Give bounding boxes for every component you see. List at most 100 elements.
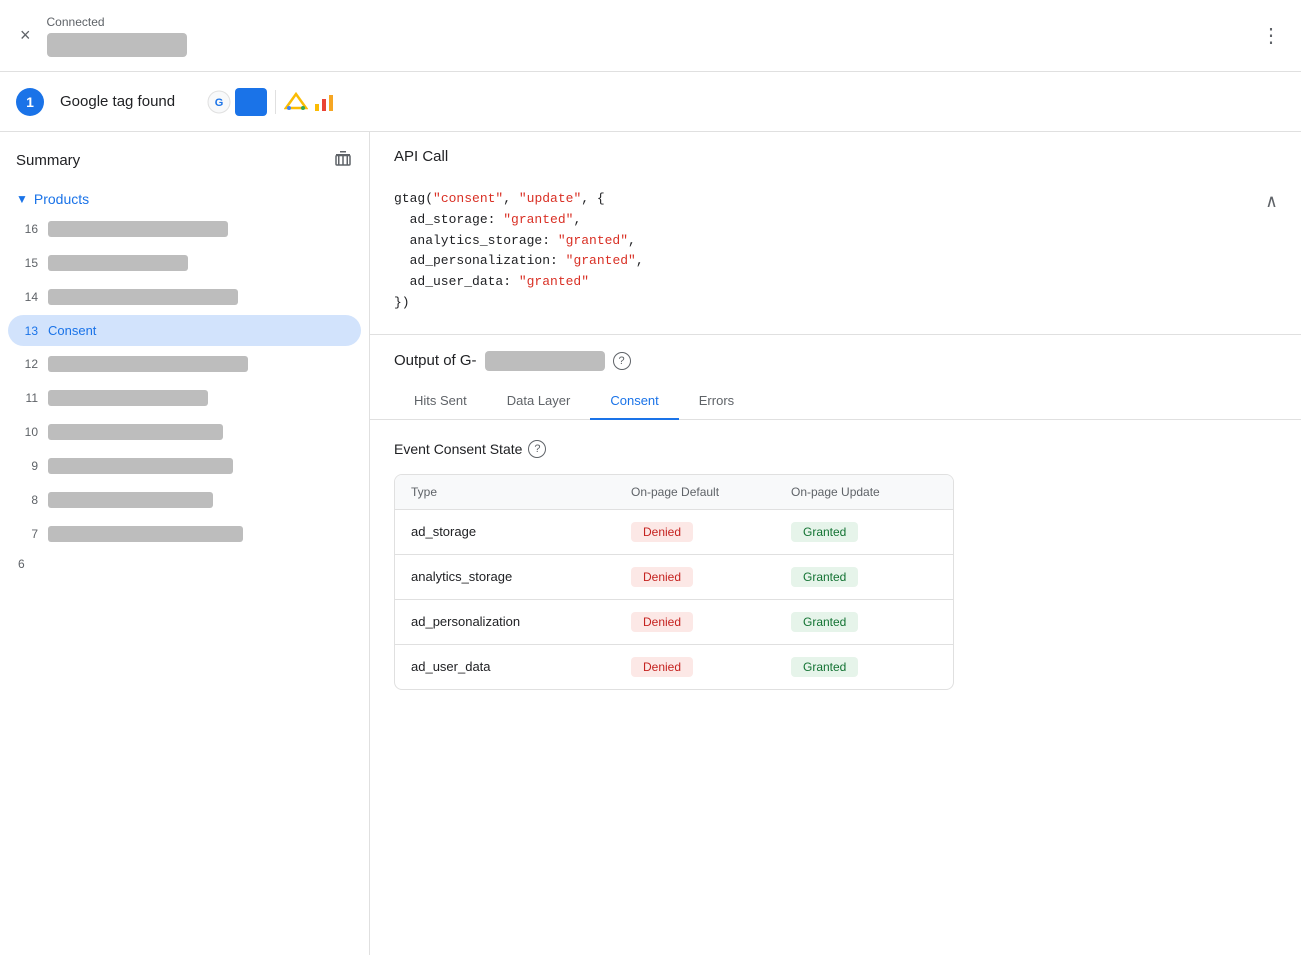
item-num-7: 7	[18, 527, 38, 541]
svg-text:G: G	[215, 97, 224, 109]
item-label-13: Consent	[48, 323, 96, 338]
tag-bar: 1 Google tag found G	[0, 72, 1301, 132]
col-type: Type	[395, 475, 615, 509]
item-bar-11	[48, 390, 208, 406]
gtag-icon: G	[207, 90, 231, 114]
output-help-icon[interactable]: ?	[613, 352, 631, 370]
api-call-title: API Call	[370, 132, 1301, 177]
tag-title: Google tag found	[60, 93, 175, 110]
badge-granted-analytics-storage: Granted	[791, 567, 858, 587]
cell-default-ad-personalization: Denied	[615, 600, 775, 644]
col-update: On-page Update	[775, 475, 935, 509]
tab-data-layer[interactable]: Data Layer	[487, 383, 591, 420]
table-row-ad-user-data: ad_user_data Denied Granted	[395, 645, 953, 689]
cell-update-ad-storage: Granted	[775, 510, 935, 554]
consent-content: Event Consent State ? Type On-page Defau…	[370, 420, 1301, 710]
sidebar-item-14[interactable]: 14	[8, 281, 361, 313]
badge-granted-ad-personalization: Granted	[791, 612, 858, 632]
cell-type-analytics-storage: analytics_storage	[395, 555, 615, 599]
cell-type-ad-personalization: ad_personalization	[395, 600, 615, 644]
code-line-2: ad_storage: "granted",	[394, 210, 1277, 231]
item-num-8: 8	[18, 493, 38, 507]
summary-label: Summary	[16, 152, 80, 169]
table-row-ad-personalization: ad_personalization Denied Granted	[395, 600, 953, 645]
tag-icons: G	[207, 88, 336, 116]
cell-update-ad-user-data: Granted	[775, 645, 935, 689]
divider	[275, 90, 276, 114]
tab-errors[interactable]: Errors	[679, 383, 754, 420]
output-title: Output of G-	[394, 352, 477, 369]
table-row-analytics-storage: analytics_storage Denied Granted	[395, 555, 953, 600]
output-header: Output of G- ?	[370, 335, 1301, 371]
sidebar-item-13[interactable]: 13 Consent	[8, 315, 361, 346]
redacted-id-bar	[485, 351, 605, 371]
code-block: ∧ gtag("consent", "update", { ad_storage…	[370, 177, 1301, 334]
collapse-icon[interactable]: ∧	[1266, 189, 1277, 218]
sidebar-item-15[interactable]: 15	[8, 247, 361, 279]
item-num-12: 12	[18, 357, 38, 371]
item-bar-16	[48, 221, 228, 237]
sidebar-item-11[interactable]: 11	[8, 382, 361, 414]
item-num-10: 10	[18, 425, 38, 439]
badge-granted-ad-storage: Granted	[791, 522, 858, 542]
item-num-13: 13	[18, 324, 38, 338]
item-bar-10	[48, 424, 223, 440]
code-line-4: ad_personalization: "granted",	[394, 251, 1277, 272]
products-header[interactable]: ▼ Products	[0, 185, 369, 213]
main-layout: Summary ▼ Products 16	[0, 132, 1301, 955]
tag-badge: 1	[16, 88, 44, 116]
more-button[interactable]: ⋮	[1257, 19, 1285, 52]
item-bar-7	[48, 526, 243, 542]
sidebar-item-16[interactable]: 16	[8, 213, 361, 245]
google-ads-icon	[284, 90, 308, 114]
item-bar-8	[48, 492, 213, 508]
connected-bar	[47, 33, 187, 57]
code-line-3: analytics_storage: "granted",	[394, 231, 1277, 252]
tab-consent[interactable]: Consent	[590, 383, 678, 420]
tab-hits-sent[interactable]: Hits Sent	[394, 383, 487, 420]
cell-type-ad-user-data: ad_user_data	[395, 645, 615, 689]
sidebar-items: 16 15 14 13 Consent	[0, 213, 369, 571]
col-default: On-page Default	[615, 475, 775, 509]
badge-denied-ad-user-data: Denied	[631, 657, 693, 677]
cell-type-ad-storage: ad_storage	[395, 510, 615, 554]
sidebar-item-7[interactable]: 7	[8, 518, 361, 550]
event-consent-title: Event Consent State	[394, 441, 522, 457]
cell-default-ad-storage: Denied	[615, 510, 775, 554]
badge-denied-analytics-storage: Denied	[631, 567, 693, 587]
close-button[interactable]: ×	[16, 21, 35, 50]
item-num-6-area: 6	[8, 552, 361, 571]
sidebar-item-12[interactable]: 12	[8, 348, 361, 380]
table-row-ad-storage: ad_storage Denied Granted	[395, 510, 953, 555]
sidebar-item-10[interactable]: 10	[8, 416, 361, 448]
badge-denied-ad-personalization: Denied	[631, 612, 693, 632]
item-num-11: 11	[18, 391, 38, 405]
event-consent-header: Event Consent State ?	[394, 440, 1277, 458]
item-num-9: 9	[18, 459, 38, 473]
top-bar-left: × Connected	[16, 15, 187, 57]
consent-table: Type On-page Default On-page Update ad_s…	[394, 474, 954, 690]
item-bar-9	[48, 458, 233, 474]
code-line-1: gtag("consent", "update", {	[394, 189, 1277, 210]
code-line-close: })	[394, 293, 1277, 314]
products-section: ▼ Products 16 15 14	[0, 181, 369, 575]
table-header: Type On-page Default On-page Update	[395, 475, 953, 510]
sidebar-item-8[interactable]: 8	[8, 484, 361, 516]
connected-section: Connected	[47, 15, 187, 57]
tag-action-button[interactable]	[235, 88, 267, 116]
item-bar-15	[48, 255, 188, 271]
item-bar-14	[48, 289, 238, 305]
item-num-15: 15	[18, 256, 38, 270]
badge-granted-ad-user-data: Granted	[791, 657, 858, 677]
sidebar-summary: Summary	[0, 132, 369, 181]
sidebar: Summary ▼ Products 16	[0, 132, 370, 955]
connected-label: Connected	[47, 15, 187, 29]
output-section: Output of G- ? Hits Sent Data Layer Cons…	[370, 335, 1301, 710]
consent-help-icon[interactable]: ?	[528, 440, 546, 458]
products-label: Products	[34, 191, 89, 207]
sidebar-item-9[interactable]: 9	[8, 450, 361, 482]
analytics-icon	[312, 90, 336, 114]
delete-icon[interactable]	[333, 148, 353, 173]
badge-denied-ad-storage: Denied	[631, 522, 693, 542]
code-line-5: ad_user_data: "granted"	[394, 272, 1277, 293]
